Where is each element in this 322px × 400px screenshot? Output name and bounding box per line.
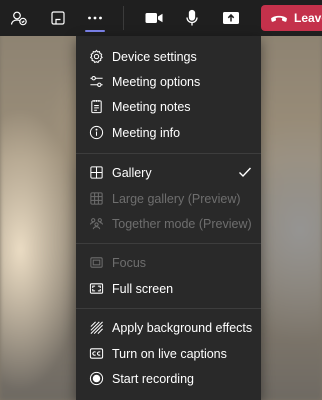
microphone-button[interactable]: [174, 0, 210, 36]
camera-button[interactable]: [136, 0, 172, 36]
menu-item-label: Focus: [112, 255, 147, 270]
full-screen-icon: [87, 280, 105, 298]
menu-item-label: Gallery: [112, 165, 152, 180]
menu-item-start-recording[interactable]: Start recording: [76, 366, 261, 391]
share-tray-icon: [51, 11, 65, 25]
menu-separator: [76, 243, 261, 244]
background-effects-icon: [87, 319, 105, 337]
gallery-icon: [87, 164, 105, 182]
people-button[interactable]: [1, 0, 37, 36]
menu-item-label: Meeting notes: [112, 99, 191, 114]
share-content-icon: [223, 12, 239, 24]
checkmark-icon: [239, 167, 252, 178]
sliders-icon: [87, 73, 105, 91]
microphone-icon: [186, 9, 198, 26]
menu-item-background-effects[interactable]: Apply background effects: [76, 315, 261, 340]
menu-item-label: Meeting info: [112, 125, 181, 140]
menu-item-label: Start recording: [112, 371, 194, 386]
toolbar-divider: [123, 6, 124, 30]
menu-item-label: Device settings: [112, 49, 197, 64]
menu-item-focus: Focus: [76, 250, 261, 275]
meeting-toolbar: Leave: [0, 0, 322, 36]
menu-item-meeting-notes[interactable]: Meeting notes: [76, 94, 261, 119]
more-actions-menu: Device settings Meeting options Meeting …: [76, 36, 261, 400]
more-actions-button[interactable]: [77, 0, 113, 36]
menu-item-device-settings[interactable]: Device settings: [76, 44, 261, 69]
info-icon: [87, 124, 105, 142]
menu-item-label: Full screen: [112, 281, 174, 296]
captions-icon: [87, 345, 105, 363]
menu-item-label: Meeting options: [112, 74, 201, 89]
menu-item-label: Turn on live captions: [112, 346, 227, 361]
menu-item-label: Large gallery (Preview): [112, 191, 241, 206]
menu-item-label: Together mode (Preview): [112, 216, 252, 231]
people-icon: [10, 11, 27, 26]
menu-item-live-captions[interactable]: Turn on live captions: [76, 341, 261, 366]
menu-item-meeting-options[interactable]: Meeting options: [76, 69, 261, 94]
menu-item-gallery[interactable]: Gallery: [76, 160, 261, 185]
leave-label: Leave: [294, 11, 322, 25]
share-content-button[interactable]: [213, 0, 249, 36]
menu-separator: [76, 153, 261, 154]
menu-item-label: Apply background effects: [112, 320, 253, 335]
record-icon: [87, 370, 105, 388]
large-gallery-icon: [87, 190, 105, 208]
focus-icon: [87, 254, 105, 272]
more-actions-icon: [88, 16, 102, 20]
notes-icon: [87, 98, 105, 116]
leave-button[interactable]: Leave: [261, 5, 322, 31]
menu-item-large-gallery: Large gallery (Preview): [76, 186, 261, 211]
camera-icon: [145, 13, 163, 23]
share-tray-button[interactable]: [40, 0, 76, 36]
hang-up-icon: [271, 15, 287, 22]
menu-separator: [76, 308, 261, 309]
menu-item-meeting-info[interactable]: Meeting info: [76, 120, 261, 145]
menu-item-full-screen[interactable]: Full screen: [76, 276, 261, 301]
together-mode-icon: [87, 215, 105, 233]
gear-icon: [87, 48, 105, 66]
menu-item-together-mode: Together mode (Preview): [76, 211, 261, 236]
